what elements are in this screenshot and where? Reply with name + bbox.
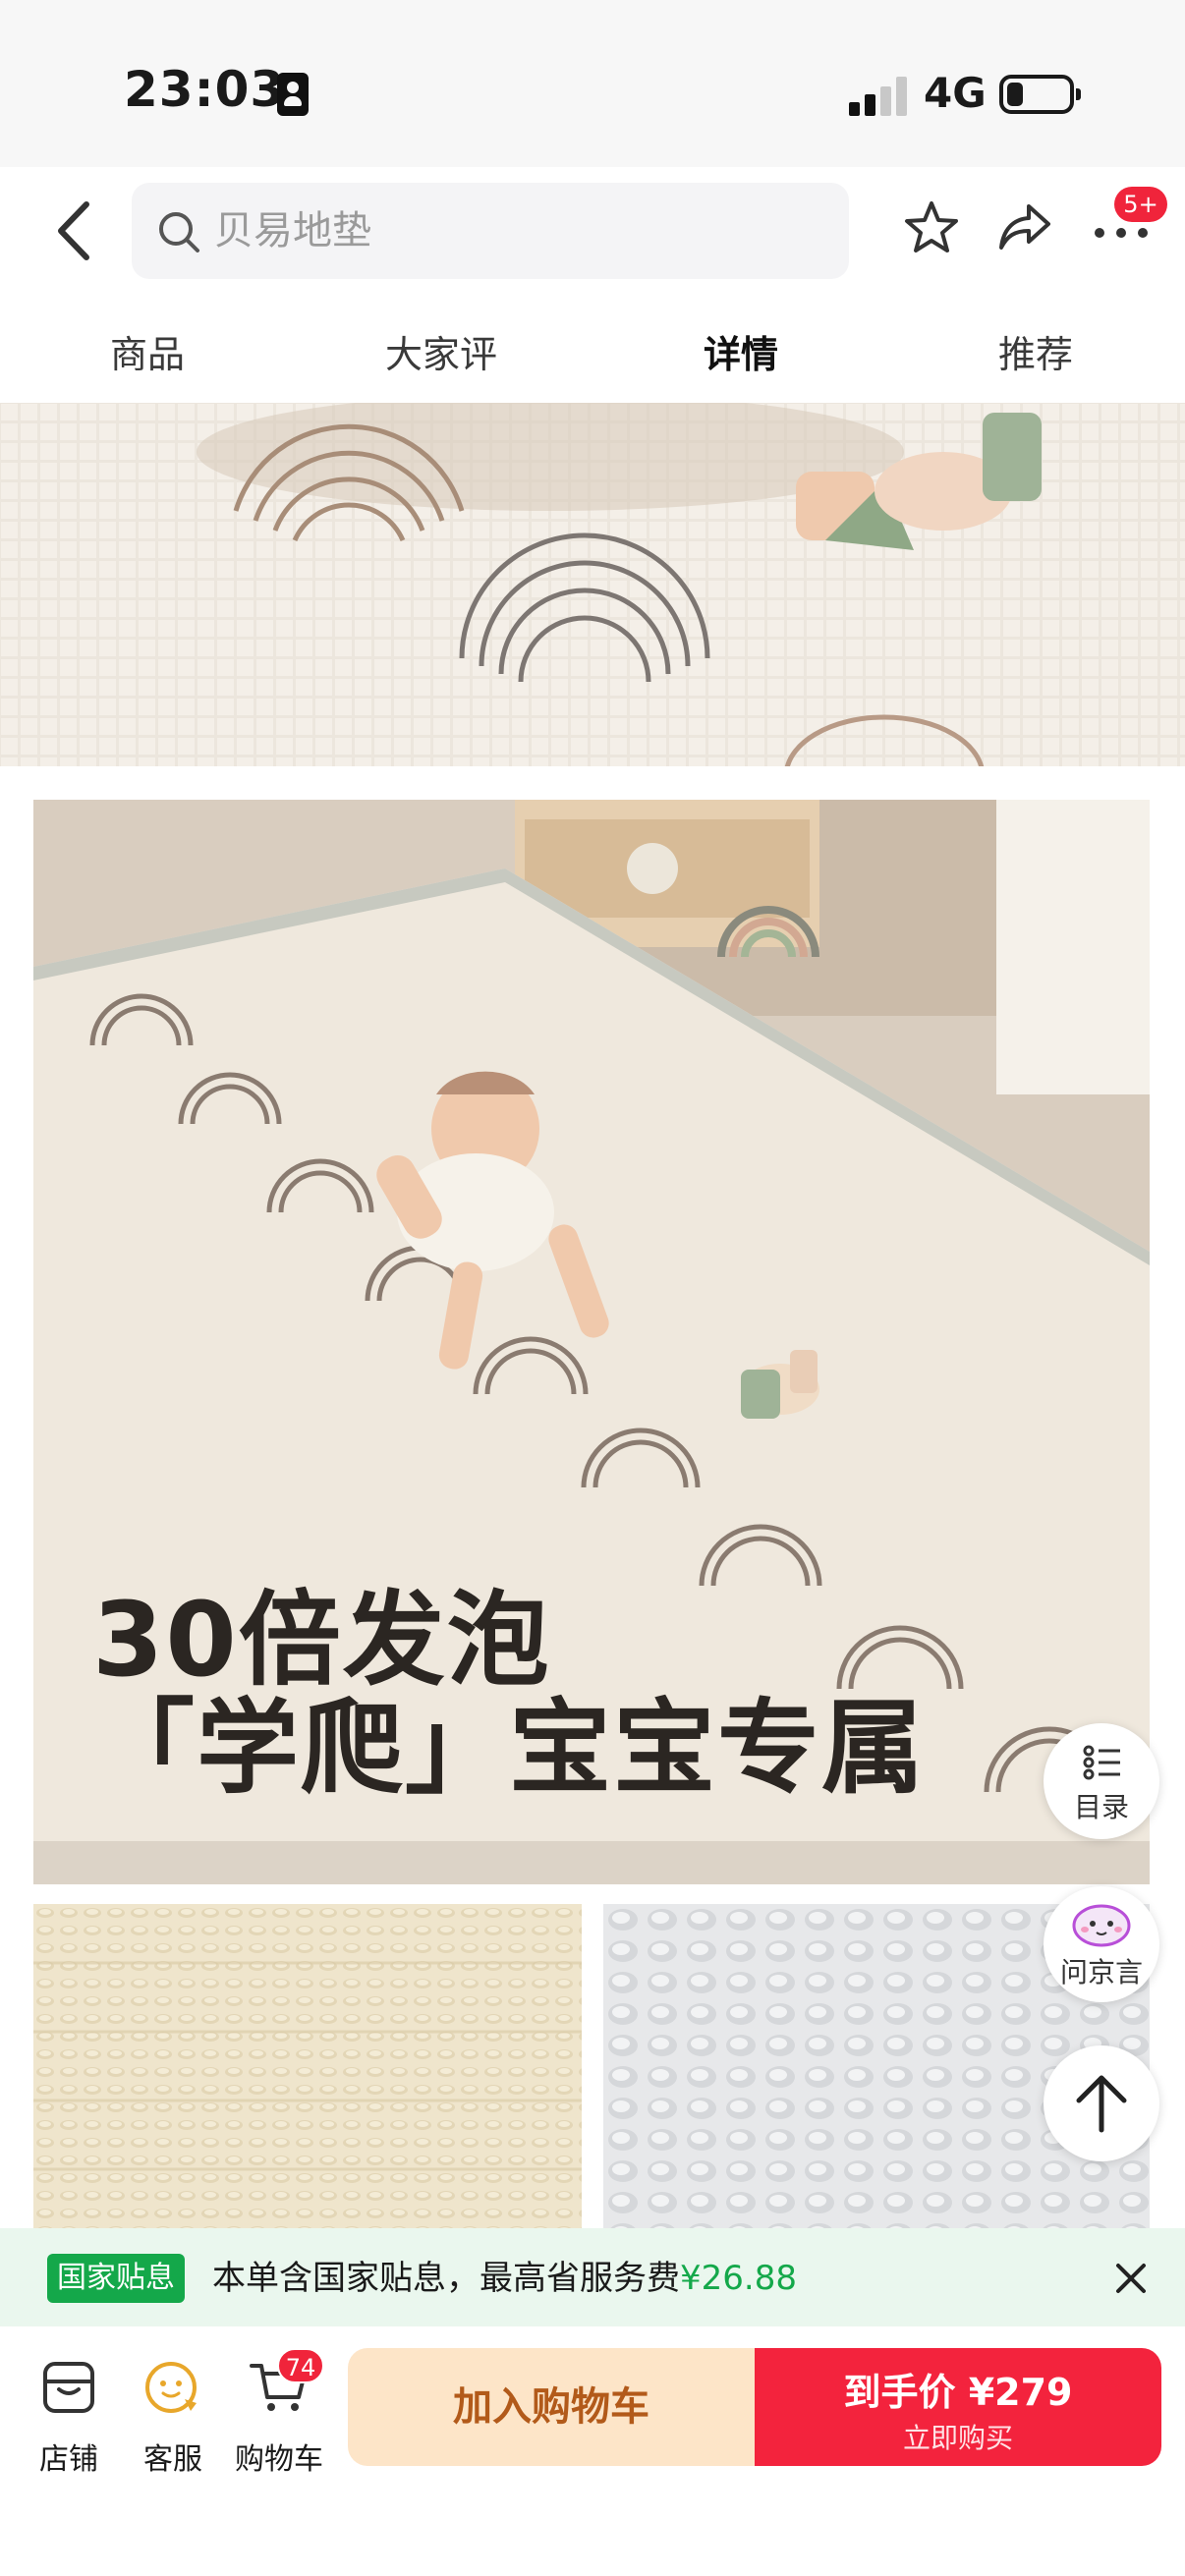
mat-closeup-image (0, 403, 1185, 766)
back-arrow-icon (58, 201, 89, 260)
network-type: 4G (924, 69, 987, 117)
subsidy-close-button[interactable] (1108, 2256, 1154, 2301)
search-icon (159, 212, 199, 252)
buy-now-button[interactable]: 到手价 ¥279 立即购买 (755, 2348, 1161, 2466)
status-time: 23:03 (124, 61, 286, 118)
back-button[interactable] (47, 195, 102, 267)
store-button[interactable]: 店铺 (20, 2352, 118, 2477)
assistant-label: 问京言 (1059, 1956, 1143, 1988)
overlay-subheadline: 「学爬」宝宝专属 (92, 1688, 927, 1808)
arrow-up-icon (1076, 2075, 1127, 2133)
subsidy-message: 本单含国家贴息，最高省服务费 (212, 2259, 680, 2298)
search-input[interactable] (214, 183, 823, 279)
star-icon (905, 201, 958, 252)
header: 5+ 商品 大家评 详情 推荐 (0, 167, 1185, 403)
sim-card-icon (277, 73, 309, 116)
tab-bar: 商品 大家评 详情 推荐 (0, 303, 1185, 403)
add-to-cart-button[interactable]: 加入购物车 (348, 2348, 755, 2466)
table-of-contents-button[interactable]: 目录 (1044, 1723, 1159, 1839)
toc-label: 目录 (1073, 1791, 1129, 1823)
cart-label: 购物车 (235, 2442, 323, 2477)
subsidy-tag: 国家贴息 (47, 2254, 185, 2303)
foam-texture-image (33, 1904, 582, 2230)
buy-now-label: 立即购买 (902, 2422, 1013, 2454)
signal-icon (849, 77, 908, 116)
assistant-icon (1072, 1904, 1131, 1947)
close-icon (1116, 2264, 1146, 2293)
subsidy-amount: ¥26.88 (680, 2259, 797, 2298)
baby-mat-image: 30倍发泡 「学爬」宝宝专属 (33, 800, 1150, 1884)
buy-price: 到手价 ¥279 (843, 2371, 1073, 2414)
share-button[interactable] (995, 198, 1054, 257)
list-icon (1083, 1745, 1120, 1780)
store-label: 店铺 (39, 2442, 98, 2477)
status-bar: 23:03 4G (0, 0, 1185, 167)
assistant-button[interactable]: 问京言 (1044, 1886, 1159, 2002)
service-label: 客服 (143, 2442, 202, 2477)
detail-content: 30倍发泡 「学爬」宝宝专属 (0, 403, 1185, 2230)
service-button[interactable]: 客服 (124, 2352, 222, 2477)
tab-product[interactable]: 商品 (110, 324, 185, 378)
share-icon (999, 204, 1050, 250)
cart-count-badge: 74 (277, 2348, 324, 2383)
tab-reviews[interactable]: 大家评 (385, 324, 497, 378)
favorite-button[interactable] (902, 198, 961, 257)
subsidy-text: 本单含国家贴息，最高省服务费¥26.88 (212, 2254, 797, 2303)
battery-icon (999, 75, 1081, 114)
tab-details[interactable]: 详情 (704, 324, 778, 378)
service-icon (145, 2362, 197, 2413)
search-bar[interactable] (132, 183, 849, 279)
more-badge: 5+ (1114, 187, 1167, 222)
store-icon (43, 2362, 94, 2413)
bottom-action-bar: 店铺 客服 购物车 74 加入购物车 到手价 ¥279 立即购买 (0, 2326, 1185, 2576)
back-to-top-button[interactable] (1044, 2045, 1159, 2161)
tab-recommend[interactable]: 推荐 (998, 324, 1073, 378)
subsidy-banner: 国家贴息 本单含国家贴息，最高省服务费¥26.88 (0, 2228, 1185, 2326)
